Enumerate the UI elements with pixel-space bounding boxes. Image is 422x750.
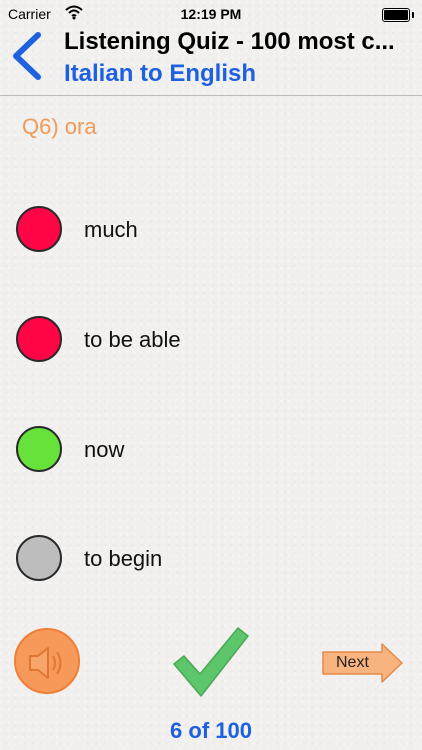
- answer-indicator: [16, 535, 62, 581]
- answer-indicator: [16, 206, 62, 252]
- answer-indicator: [16, 316, 62, 362]
- page-subtitle: Italian to English: [64, 60, 257, 87]
- page-title: Listening Quiz - 100 most c...: [64, 28, 395, 55]
- play-audio-button[interactable]: [14, 628, 80, 694]
- header-divider: [0, 95, 422, 96]
- battery-icon: [382, 8, 410, 22]
- answer-option-much[interactable]: much: [14, 204, 394, 258]
- answer-option-now[interactable]: now: [14, 424, 394, 478]
- speaker-icon: [29, 647, 62, 679]
- nav-bar: Listening Quiz - 100 most c... Italian t…: [0, 28, 422, 94]
- next-button[interactable]: Next: [322, 643, 404, 683]
- clock: 12:19 PM: [180, 6, 242, 22]
- answer-label: to begin: [84, 546, 163, 571]
- question-text: Q6) ora: [22, 114, 97, 139]
- answer-label: to be able: [84, 327, 181, 352]
- progress-counter: 6 of 100: [170, 718, 252, 743]
- status-bar: Carrier 12:19 PM: [0, 0, 422, 28]
- answer-option-to-be-able[interactable]: to be able: [14, 314, 394, 368]
- answer-option-to-begin[interactable]: to begin: [14, 533, 394, 587]
- answer-label: now: [84, 437, 125, 462]
- battery-tip: [412, 12, 414, 18]
- back-button[interactable]: [6, 31, 50, 81]
- checkmark-icon: [173, 627, 249, 697]
- chevron-left-icon: [13, 32, 41, 80]
- answer-indicator: [16, 426, 62, 472]
- answer-label: much: [84, 217, 138, 242]
- next-label: Next: [336, 654, 369, 671]
